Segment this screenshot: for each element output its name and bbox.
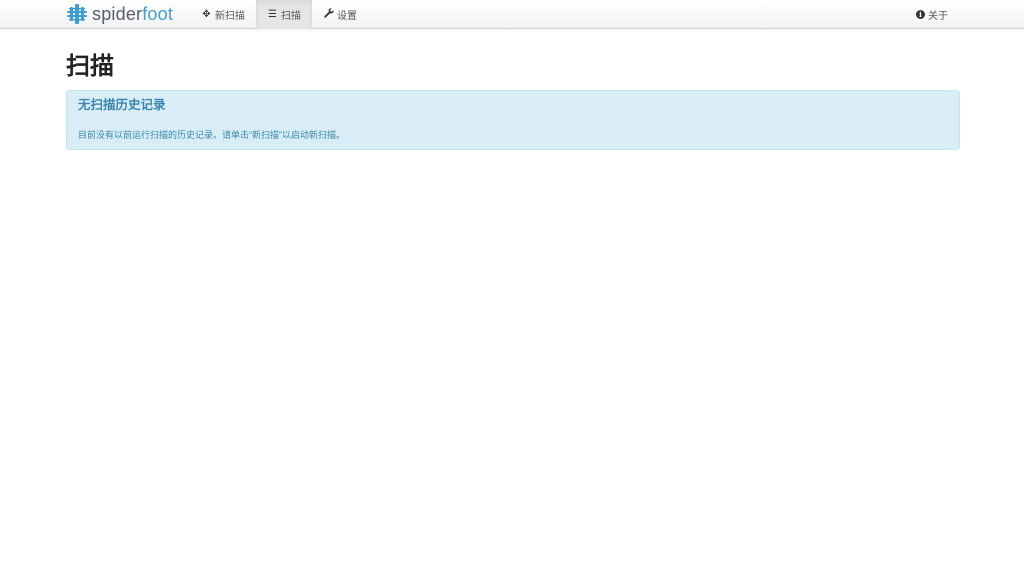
brand-name: spiderfoot xyxy=(92,2,173,26)
nav-item-label: 扫描 xyxy=(281,11,301,22)
alert-body: 目前没有以前运行扫描的历史记录。请单击“新扫描”以启动新扫描。 xyxy=(78,130,345,140)
info-icon: i xyxy=(916,10,925,19)
nav-item-label: 新扫描 xyxy=(215,11,245,22)
nav-item-new-scan[interactable]: ✥ 新扫描 xyxy=(190,0,256,29)
wrench-icon xyxy=(323,8,334,21)
alert-title: 无扫描历史记录 xyxy=(78,98,166,112)
main-nav: ✥ 新扫描 ☰ 扫描 设置 xyxy=(190,0,368,29)
move-icon: ✥ xyxy=(202,9,211,20)
spider-web-logo-icon xyxy=(67,4,87,24)
info-alert: 无扫描历史记录 目前没有以前运行扫描的历史记录。请单击“新扫描”以启动新扫描。 xyxy=(66,90,960,150)
brand-name-part2: foot xyxy=(142,4,174,24)
nav-item-label: 设置 xyxy=(337,11,357,22)
top-navbar: spiderfoot ✥ 新扫描 ☰ 扫描 设置 i 关于 xyxy=(0,0,1024,29)
page-title: 扫描 xyxy=(66,53,114,80)
brand-name-part1: spider xyxy=(92,4,143,24)
about-label: 关于 xyxy=(928,11,948,22)
nav-item-settings[interactable]: 设置 xyxy=(312,0,368,29)
brand-logo-link[interactable]: spiderfoot xyxy=(66,2,173,26)
list-icon: ☰ xyxy=(268,9,277,20)
about-link[interactable]: i 关于 xyxy=(916,0,948,29)
nav-item-scans[interactable]: ☰ 扫描 xyxy=(256,0,312,29)
